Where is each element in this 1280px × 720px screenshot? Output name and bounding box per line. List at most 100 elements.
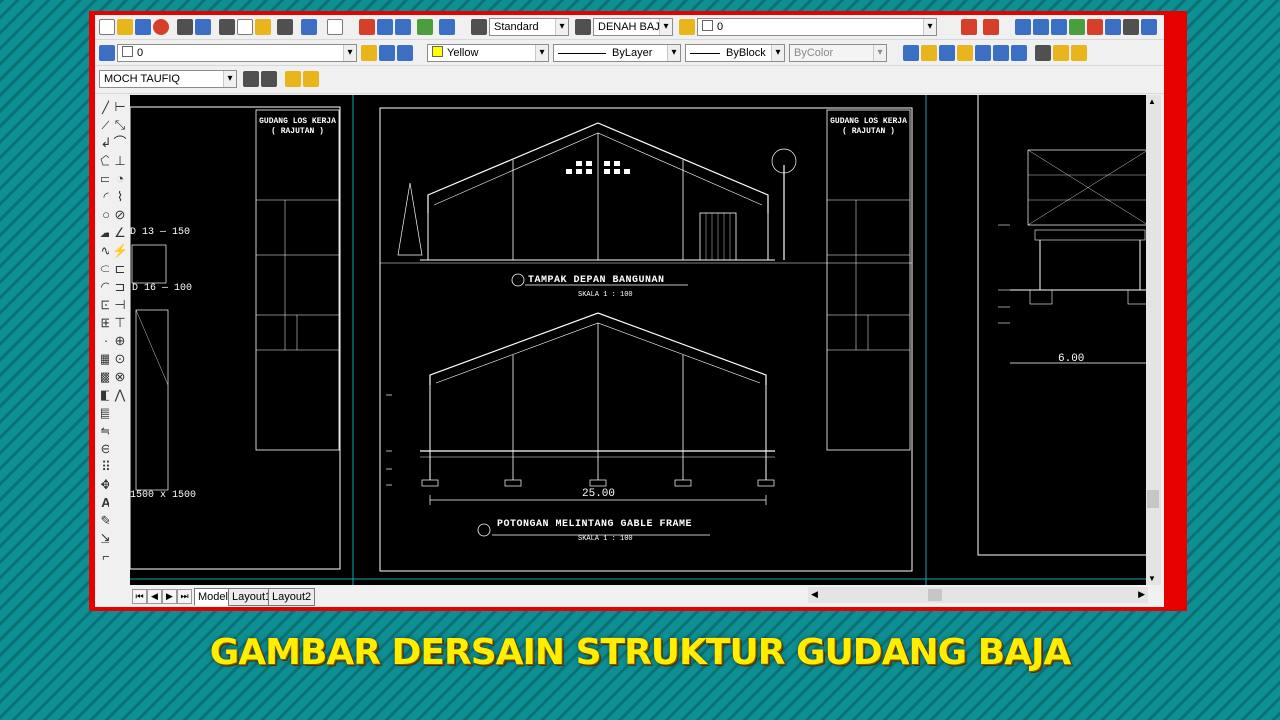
copy-icon[interactable]	[237, 19, 253, 35]
cad-drawing	[130, 95, 1150, 585]
quick-dim-icon[interactable]: ⚡	[112, 243, 128, 259]
dim-jogged-icon[interactable]: ⌇	[112, 189, 128, 205]
dim-baseline-icon[interactable]	[1087, 19, 1103, 35]
dim-baseline-left-icon[interactable]: ⊏	[112, 261, 128, 277]
layer-previous-icon[interactable]	[379, 45, 395, 61]
help-icon[interactable]	[439, 19, 455, 35]
layer-walk-icon[interactable]	[957, 45, 973, 61]
text-style-icon[interactable]	[471, 19, 487, 35]
close-drawing-icon[interactable]	[153, 19, 169, 35]
orbit-tool-icon[interactable]	[303, 71, 319, 87]
scroll-up-icon[interactable]: ▲	[1148, 97, 1156, 106]
match-properties-icon[interactable]	[277, 19, 293, 35]
dim-break-icon[interactable]: ⊤	[112, 315, 128, 331]
dim-aligned-icon[interactable]	[1033, 19, 1049, 35]
dim-arc-icon[interactable]: ⌒	[112, 135, 128, 151]
zoom-realtime-icon[interactable]	[377, 19, 393, 35]
paste-icon[interactable]	[255, 19, 271, 35]
plotstyle-select[interactable]: ByColor	[789, 44, 887, 62]
layer-manager-icon[interactable]	[99, 45, 115, 61]
tab-first-icon[interactable]: ⏮	[132, 589, 147, 604]
redo-icon[interactable]	[327, 19, 343, 35]
dim-edit-icon[interactable]	[1123, 19, 1139, 35]
layer-state-icon[interactable]	[679, 19, 695, 35]
preview-icon[interactable]	[195, 19, 211, 35]
dim-angular-icon[interactable]: ∠	[112, 225, 128, 241]
dim-diameter-icon[interactable]: ⊘	[112, 207, 128, 223]
draw-order-icon[interactable]	[961, 19, 977, 35]
layer-lock-icon[interactable]	[939, 45, 955, 61]
layer-merge-icon[interactable]	[975, 45, 991, 61]
tab-next-icon[interactable]: ▶	[162, 589, 177, 604]
tab-prev-icon[interactable]: ◀	[147, 589, 162, 604]
dim-linear-left-icon[interactable]: ⊢	[112, 99, 128, 115]
zoom-window-icon[interactable]	[395, 19, 411, 35]
color-select[interactable]: Yellow	[427, 44, 549, 62]
caption-title: GAMBAR DERSAIN STRUKTUR GUDANG BAJA	[209, 632, 1072, 673]
layer-delete-icon[interactable]	[993, 45, 1009, 61]
horizontal-scroll-thumb[interactable]	[928, 589, 942, 601]
inspect-icon[interactable]: ⊗	[112, 369, 128, 385]
tab-layout2[interactable]: Layout2	[268, 588, 316, 606]
zoom-extents-icon[interactable]	[1035, 45, 1051, 61]
dim-update-icon[interactable]	[1105, 19, 1121, 35]
dim-aligned-left-icon[interactable]: ⤡	[112, 117, 128, 133]
make-current-layer-icon[interactable]	[361, 45, 377, 61]
section-width-dimension: 25.00	[582, 488, 616, 500]
pan-icon[interactable]	[359, 19, 375, 35]
jogged-linear-icon[interactable]: ⋀	[112, 387, 128, 403]
tolerance-icon[interactable]: ⊕	[112, 333, 128, 349]
dim-continue-icon[interactable]	[1069, 19, 1085, 35]
right-sheet-title: GUDANG LOS KERJA( RAJUTAN )	[830, 117, 907, 136]
tab-last-icon[interactable]: ⏭	[177, 589, 192, 604]
footing-size-label: 1500 x 1500	[130, 490, 197, 501]
lineweight-select[interactable]: ByBlock	[685, 44, 785, 62]
dim-style-select[interactable]: DENAH BAJA E	[593, 18, 673, 36]
tab-model[interactable]: Model	[194, 588, 232, 606]
save-icon[interactable]	[135, 19, 151, 35]
properties-icon[interactable]	[417, 19, 433, 35]
dim-space-icon[interactable]: ⊣	[112, 297, 128, 313]
dim-ordinate-icon[interactable]: ⊥	[112, 153, 128, 169]
dim-style-icon[interactable]	[575, 19, 591, 35]
dimension-toolbar: ⊢ ⤡ ⌒ ⊥ ◔ ⌇ ⊘ ∠ ⚡ ⊏ ⊐ ⊣ ⊤ ⊕ ⊙ ⊗ ⋀	[109, 95, 129, 595]
cut-icon[interactable]	[219, 19, 235, 35]
dim-radius-icon[interactable]	[1051, 19, 1067, 35]
layer-freeze-icon[interactable]	[921, 45, 937, 61]
scroll-left-icon[interactable]: ◀	[811, 589, 818, 600]
standard-toolbar: Standard DENAH BAJA E 0	[95, 15, 1164, 40]
new-file-icon[interactable]	[99, 19, 115, 35]
layer-isolate-icon[interactable]	[397, 45, 413, 61]
vertical-scrollbar[interactable]: ▲ ▼	[1146, 95, 1161, 585]
brush-tool-icon[interactable]	[1071, 45, 1087, 61]
rebar-label-d13: D 13 — 150	[130, 227, 191, 238]
workspace-select[interactable]: MOCH TAUFIQ	[99, 70, 237, 88]
layer-swatch-icon	[702, 20, 713, 31]
dim-radius-left-icon[interactable]: ◔	[112, 171, 128, 187]
dim-continue-left-icon[interactable]: ⊐	[112, 279, 128, 295]
model-space-canvas[interactable]: D 13 — 150 D 16 — 100 1500 x 1500 GUDANG…	[130, 95, 1150, 585]
workspace-settings-icon[interactable]	[243, 71, 259, 87]
open-file-icon[interactable]	[117, 19, 133, 35]
horizontal-scrollbar[interactable]: ◀ ▶	[808, 587, 1148, 603]
front-view-scale: SKALA 1 : 100	[578, 291, 633, 299]
undo-icon[interactable]	[301, 19, 317, 35]
layer-on-icon[interactable]	[903, 45, 919, 61]
linetype-select[interactable]: ByLayer	[553, 44, 681, 62]
scroll-down-icon[interactable]: ▼	[1148, 574, 1156, 583]
print-icon[interactable]	[177, 19, 193, 35]
workspace-toolbar: MOCH TAUFIQ	[95, 67, 1164, 94]
text-style-select[interactable]: Standard	[489, 18, 569, 36]
customize-icon[interactable]	[261, 71, 277, 87]
triangle-tool-icon[interactable]	[1053, 45, 1069, 61]
dim-linear-icon[interactable]	[1015, 19, 1031, 35]
layer-select[interactable]: 0	[117, 44, 357, 62]
erase-red-icon[interactable]	[983, 19, 999, 35]
layer-match-icon[interactable]	[1011, 45, 1027, 61]
layer-state-select[interactable]: 0	[697, 18, 937, 36]
snap-tool-icon[interactable]	[285, 71, 301, 87]
dim-style-manager-icon[interactable]	[1141, 19, 1157, 35]
vertical-scroll-thumb[interactable]	[1147, 490, 1159, 508]
scroll-right-icon[interactable]: ▶	[1138, 589, 1145, 600]
center-mark-icon[interactable]: ⊙	[112, 351, 128, 367]
